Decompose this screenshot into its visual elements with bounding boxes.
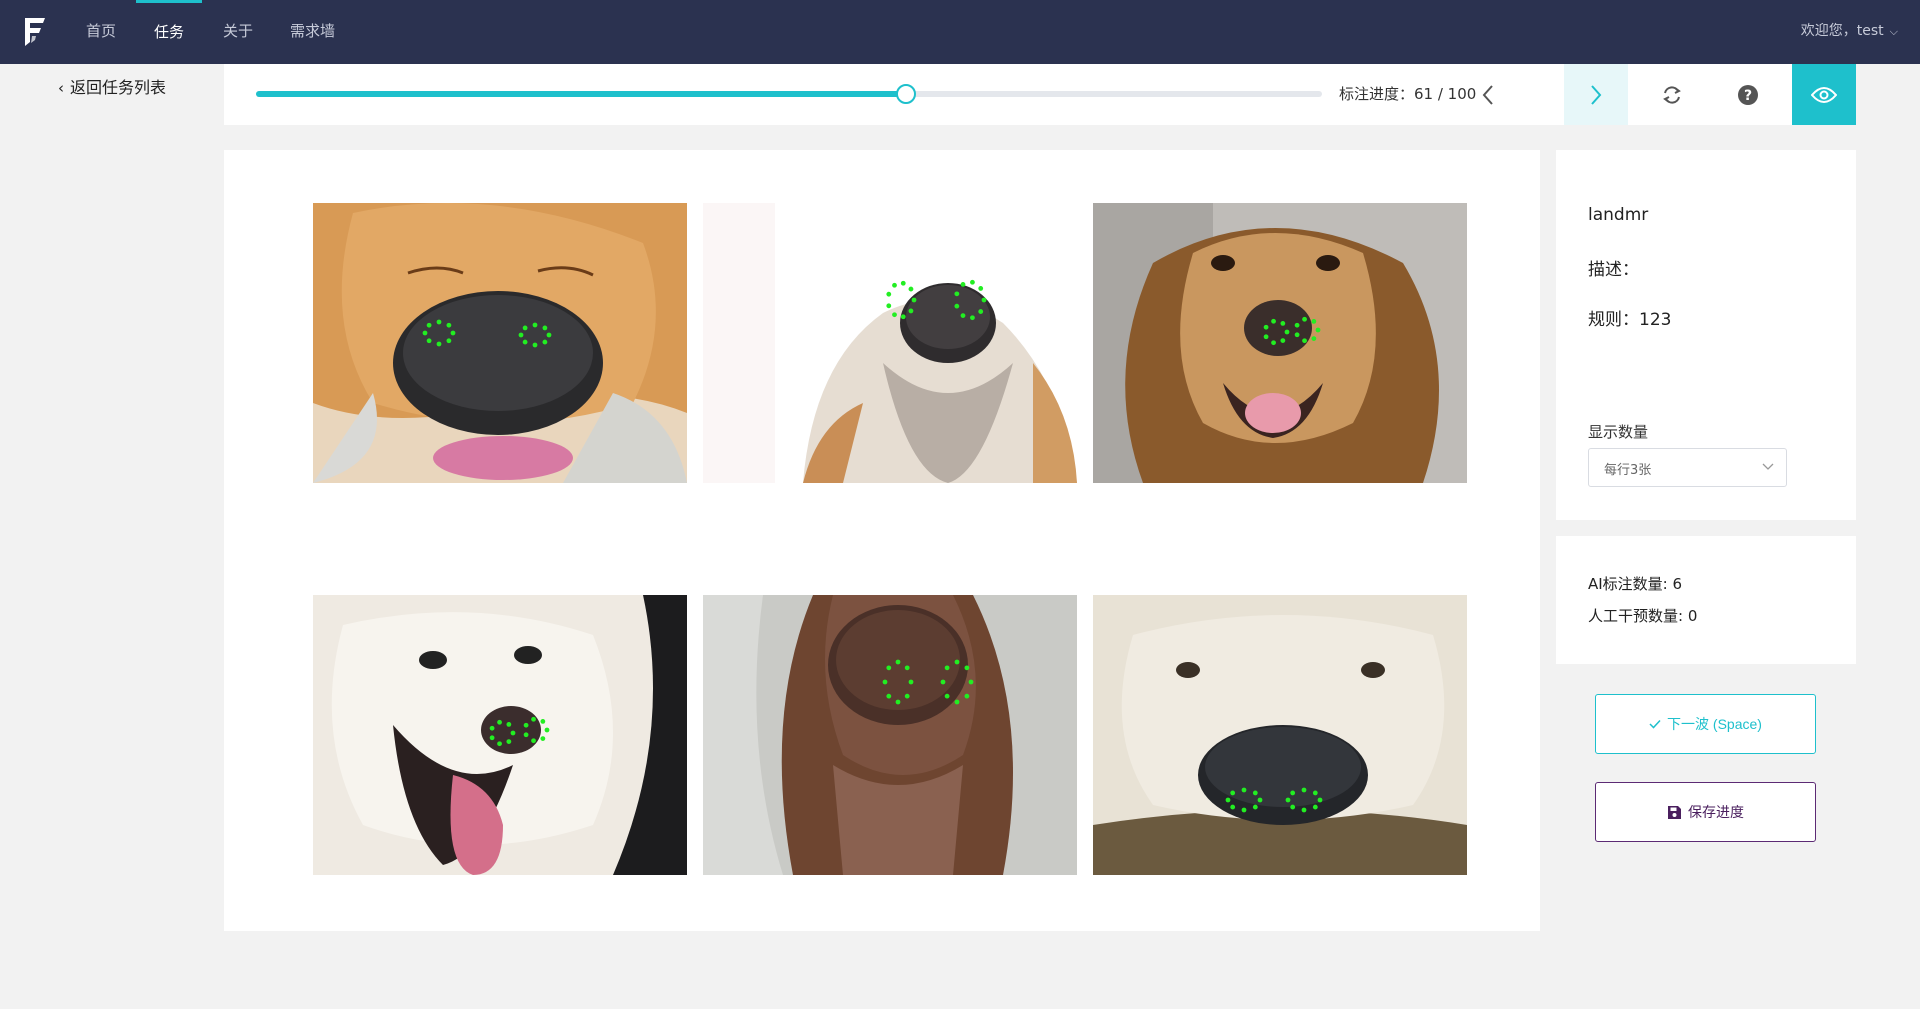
manual-intervention-count: 人工干预数量: 0 — [1588, 607, 1698, 625]
next-batch-label: 下一波 (Space) — [1667, 716, 1762, 732]
nav-item-tasks[interactable]: 任务 — [136, 0, 203, 64]
nav-item-requirement-wall[interactable]: 需求墙 — [290, 0, 335, 64]
progress-slider-handle[interactable] — [896, 84, 917, 104]
eye-icon — [1811, 86, 1837, 103]
dog-nose-image-3[interactable] — [1093, 203, 1467, 483]
ai-annotation-count: AI标注数量: 6 — [1588, 575, 1683, 593]
task-info-panel: landmr 描述： 规则：123 显示数量 每行3张 — [1556, 150, 1856, 520]
user-menu[interactable]: 欢迎您，test ⌵ — [1801, 0, 1898, 63]
dog-nose-image-4[interactable] — [313, 595, 687, 875]
next-batch-nav-button[interactable] — [1564, 64, 1628, 125]
svg-text:?: ? — [1744, 88, 1752, 104]
chevron-left-icon: ‹ — [58, 79, 64, 97]
progress-slider-fill — [256, 91, 907, 97]
dog-nose-image-1[interactable] — [313, 203, 687, 483]
annotation-stats-panel: AI标注数量: 6 人工干预数量: 0 — [1556, 536, 1856, 664]
progress-slider[interactable] — [256, 84, 1322, 104]
refresh-button[interactable] — [1640, 64, 1704, 125]
welcome-text: 欢迎您，test — [1800, 23, 1884, 39]
annotation-toolbar: 标注进度：61 / 100 ? — [224, 64, 1856, 125]
dog-nose-image-2[interactable] — [703, 203, 1077, 483]
chevron-right-icon — [1591, 84, 1602, 105]
next-batch-button[interactable]: 下一波 (Space) — [1595, 694, 1816, 754]
display-count-label: 显示数量 — [1588, 423, 1649, 441]
image-grid-panel — [224, 150, 1540, 931]
back-to-task-list-link[interactable]: ‹ 返回任务列表 — [58, 74, 166, 98]
chevron-down-icon: ⌵ — [1889, 25, 1898, 38]
task-name: landmr — [1588, 205, 1649, 225]
app-logo-icon[interactable] — [22, 16, 48, 48]
display-count-value: 每行3张 — [1604, 463, 1652, 478]
back-link-label: 返回任务列表 — [70, 78, 167, 97]
nav-item-about[interactable]: 关于 — [223, 0, 253, 64]
task-description: 描述： — [1588, 260, 1639, 280]
top-nav-bar: 首页 任务 关于 需求墙 欢迎您，test ⌵ — [0, 0, 1920, 64]
display-count-select[interactable]: 每行3张 — [1588, 448, 1787, 487]
help-icon: ? — [1738, 84, 1758, 105]
nav-item-home[interactable]: 首页 — [86, 0, 116, 64]
dog-nose-image-5[interactable] — [703, 595, 1077, 875]
check-icon — [1649, 719, 1661, 729]
save-progress-label: 保存进度 — [1688, 804, 1744, 820]
save-icon — [1667, 805, 1682, 820]
preview-toggle-button[interactable] — [1792, 64, 1856, 125]
refresh-icon — [1663, 85, 1681, 104]
chevron-left-icon — [1482, 84, 1493, 105]
chevron-down-icon — [1762, 463, 1774, 470]
dog-nose-image-6[interactable] — [1093, 595, 1467, 875]
previous-batch-button[interactable] — [1456, 64, 1520, 125]
task-rule: 规则：123 — [1588, 310, 1672, 330]
help-button[interactable]: ? — [1716, 64, 1780, 125]
save-progress-button[interactable]: 保存进度 — [1595, 782, 1816, 842]
